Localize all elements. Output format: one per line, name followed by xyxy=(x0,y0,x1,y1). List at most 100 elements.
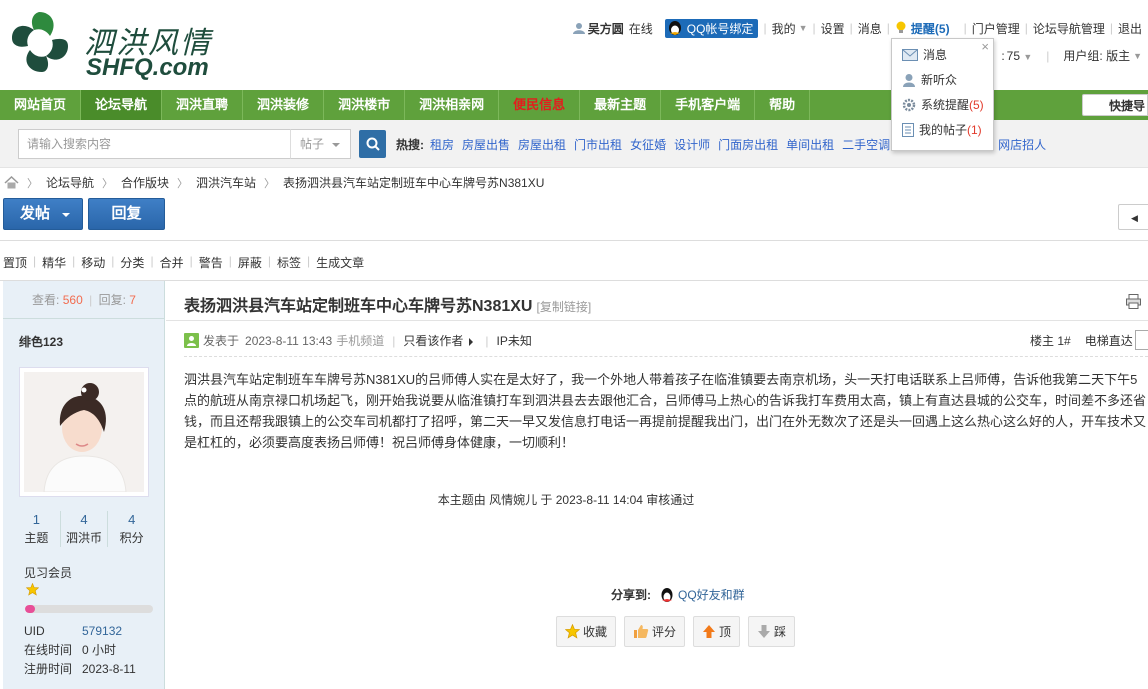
mod-action[interactable]: 警告 xyxy=(199,254,223,271)
breadcrumb-item[interactable]: 论坛导航 xyxy=(46,174,94,191)
qq-penguin-icon xyxy=(668,21,681,35)
nav-item[interactable]: 最新主题 xyxy=(580,90,662,120)
mod-action[interactable]: 合并 xyxy=(160,254,184,271)
breadcrumb-item[interactable]: 合作版块 xyxy=(121,174,169,191)
user-points-row: :75 ▼ | 用户组: 版主 ▼ xyxy=(1001,47,1142,64)
star-icon xyxy=(565,624,580,639)
print-icon[interactable] xyxy=(1126,294,1141,309)
nav-item[interactable]: 网站首页 xyxy=(0,90,82,120)
prev-page-button[interactable]: ◀ xyxy=(1118,204,1148,230)
hot-keyword[interactable]: 门面房出租 xyxy=(718,136,778,153)
divider xyxy=(166,320,1148,321)
qq-penguin-icon xyxy=(661,587,673,602)
mod-action[interactable]: 移动 xyxy=(81,254,105,271)
site-logo[interactable]: 泗洪风情 SHFQ.com xyxy=(6,8,216,81)
mod-action[interactable]: 分类 xyxy=(120,254,144,271)
copy-link[interactable]: [复制链接] xyxy=(536,300,591,314)
popup-item-messages[interactable]: 消息 xyxy=(902,46,947,63)
avatar-image xyxy=(24,372,144,493)
breadcrumb-item[interactable]: 表扬泗洪县汽车站定制班车中心车牌号苏N381XU xyxy=(283,174,544,191)
hot-keyword[interactable]: 租房 xyxy=(430,136,454,153)
close-icon[interactable]: × xyxy=(981,39,989,54)
points-value[interactable]: :75 ▼ xyxy=(1001,49,1032,63)
home-icon[interactable] xyxy=(4,176,19,189)
breadcrumb-item[interactable]: 泗洪汽车站 xyxy=(196,174,256,191)
hot-keyword[interactable]: 设计师 xyxy=(674,136,710,153)
forum-nav-manage-link[interactable]: 论坛导航管理 xyxy=(1033,20,1105,37)
post-title: 表扬泗洪县汽车站定制班车中心车牌号苏N381XU [复制链接] xyxy=(184,298,592,315)
user-group[interactable]: 用户组: 版主 xyxy=(1063,47,1130,64)
logout-link[interactable]: 退出 xyxy=(1118,20,1142,37)
nav-item[interactable]: 帮助 xyxy=(755,90,811,120)
nav-item[interactable]: 泗洪楼市 xyxy=(324,90,406,120)
username-link[interactable]: 吴方圆 xyxy=(588,20,624,37)
hot-keyword[interactable]: 门市出租 xyxy=(574,136,622,153)
nav-item[interactable]: 手机客户端 xyxy=(661,90,756,120)
hot-keyword[interactable]: 二手空调 xyxy=(842,136,890,153)
nav-item[interactable]: 泗洪相亲网 xyxy=(405,90,500,120)
author-online-time: 0 小时 xyxy=(82,643,117,657)
avatar[interactable] xyxy=(19,367,149,497)
my-menu[interactable]: 我的 xyxy=(772,20,796,37)
messages-link[interactable]: 消息 xyxy=(858,20,882,37)
mod-action[interactable]: 置顶 xyxy=(3,254,27,271)
portal-manage-link[interactable]: 门户管理 xyxy=(972,20,1020,37)
popup-item-label: 系统提醒 xyxy=(921,98,970,112)
only-author-link[interactable]: 只看该作者 xyxy=(403,332,477,349)
nav-item[interactable]: 泗洪装修 xyxy=(243,90,325,120)
author-info: UID 579132 在线时间 0 小时 注册时间 2023-8-11 xyxy=(24,622,136,679)
author-topics[interactable]: 1 主题 xyxy=(13,511,61,547)
upvote-button[interactable]: 顶 xyxy=(693,616,741,647)
favorite-button[interactable]: 收藏 xyxy=(556,616,617,647)
hot-keyword[interactable]: 女征婚 xyxy=(630,136,666,153)
author-name[interactable]: 绯色123 xyxy=(19,333,63,350)
reply-button[interactable]: 回复 xyxy=(88,198,165,230)
remind-popup: × 消息 新听众 系统提醒 (5) 我的帖子 (1) xyxy=(891,38,994,151)
online-status: 在线 xyxy=(628,21,653,36)
mod-action[interactable]: 生成文章 xyxy=(316,254,364,271)
author-uid[interactable]: 579132 xyxy=(82,622,122,641)
triangle-right-icon xyxy=(469,337,477,346)
mod-action[interactable]: 标签 xyxy=(277,254,301,271)
new-post-button[interactable]: 发帖 xyxy=(3,198,83,230)
search-input[interactable]: 请输入搜索内容 xyxy=(18,129,291,159)
user-icon xyxy=(572,23,585,34)
search-type-select[interactable]: 帖子 xyxy=(290,129,351,159)
floor-jump-input[interactable] xyxy=(1135,330,1148,350)
hot-keyword[interactable]: 房屋出租 xyxy=(518,136,566,153)
qq-bind-button[interactable]: QQ帐号绑定 xyxy=(664,18,759,38)
chevron-left-icon: ◀ xyxy=(1131,213,1138,223)
remind-link[interactable]: 提醒(5) xyxy=(911,20,950,37)
author-coins[interactable]: 4 泗洪币 xyxy=(61,511,109,547)
hot-keyword[interactable]: 单间出租 xyxy=(786,136,834,153)
thread-stats: 查看: 560 | 回复: 7 xyxy=(3,281,165,319)
mod-action[interactable]: 精华 xyxy=(42,254,66,271)
floor-info: 楼主 1# 电梯直达 xyxy=(1030,332,1133,349)
hot-search-label: 热搜: xyxy=(396,138,424,152)
nav-item[interactable]: 便民信息 xyxy=(499,90,581,120)
search-button[interactable] xyxy=(359,130,386,158)
nav-item[interactable]: 论坛导航 xyxy=(81,90,163,120)
downvote-button[interactable]: 踩 xyxy=(748,616,796,647)
mobile-channel-link[interactable]: 手机频道 xyxy=(336,332,384,349)
arrow-up-icon xyxy=(703,625,716,638)
elevator-label: 电梯直达 xyxy=(1084,334,1133,348)
author-points[interactable]: 4 积分 xyxy=(108,511,155,547)
mod-action[interactable]: 屏蔽 xyxy=(238,254,262,271)
quick-nav-button[interactable]: 快捷导航 xyxy=(1082,94,1148,135)
qq-bind-label: QQ帐号绑定 xyxy=(686,21,754,36)
author-panel: 查看: 560 | 回复: 7 绯色123 1 主题 4 泗洪币 4 积分 见习会员 … xyxy=(3,281,165,689)
popup-item-new-followers[interactable]: 新听众 xyxy=(902,71,957,88)
rate-button[interactable]: 评分 xyxy=(624,616,686,647)
popup-item-system-remind[interactable]: 系统提醒 (5) xyxy=(902,96,984,113)
nav-item[interactable]: 泗洪直聘 xyxy=(162,90,244,120)
hot-keyword[interactable]: 房屋出售 xyxy=(462,136,510,153)
popup-item-my-posts[interactable]: 我的帖子 (1) xyxy=(902,121,982,138)
share-qq-link[interactable]: QQ好友和群 xyxy=(659,586,745,603)
thumbs-up-icon xyxy=(634,625,649,638)
author-rank[interactable]: 见习会员 xyxy=(24,564,72,581)
settings-link[interactable]: 设置 xyxy=(821,20,845,37)
hot-keyword[interactable]: 网店招人 xyxy=(998,136,1046,153)
chevron-down-icon: ▼ xyxy=(798,23,808,33)
separator: | xyxy=(228,254,232,268)
